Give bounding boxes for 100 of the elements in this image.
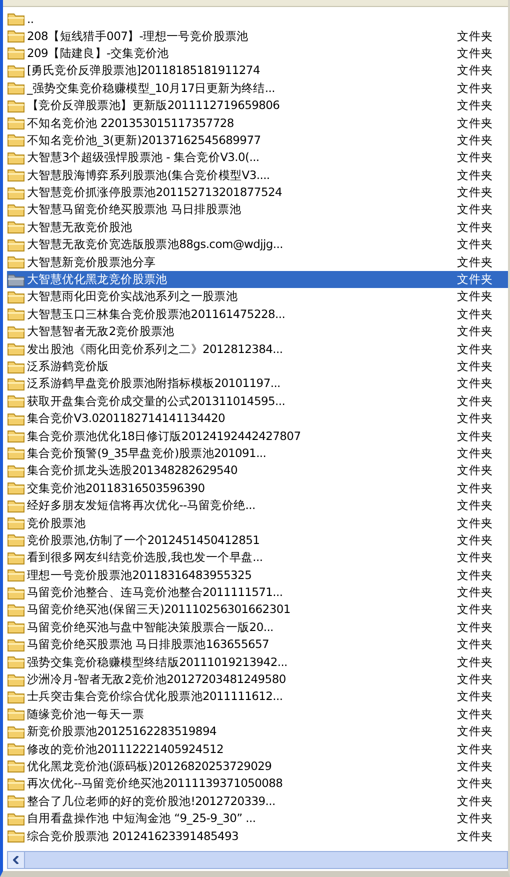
file-type: 文件夹: [457, 516, 494, 531]
file-type: 文件夹: [457, 342, 494, 357]
folder-row[interactable]: 获取开盘集合竞价成交量的公式201311014595... 文件夹: [7, 392, 508, 410]
folder-icon: [7, 394, 25, 408]
folder-icon: [7, 533, 25, 548]
folder-name: 竞价股票池,仿制了一个2012451450412851: [27, 532, 260, 548]
folder-name: 208【短线猎手007】-理想一号竞价股票池: [27, 28, 248, 44]
folder-icon: [7, 412, 25, 426]
folder-name: 大智慧智者无敌2竞价股票池: [27, 324, 174, 340]
folder-row[interactable]: 综合竞价股票池 201241623391485493 文件夹: [7, 827, 508, 845]
folder-row[interactable]: 整合了几位老师的好的竞价股池!2012720339... 文件夹: [7, 792, 508, 810]
folder-row[interactable]: 马留竞价绝买池与盘中智能决策股票合一版20... 文件夹: [7, 618, 508, 636]
folder-row[interactable]: 大智慧股海博弈系列股票池(集合竞价模型V3.... 文件夹: [7, 166, 508, 184]
folder-name: 自用看盘操作池 中短淘金池 “9_25-9_30” ...: [27, 811, 256, 826]
folder-row[interactable]: 马留竞价绝买股票池 马日排股票池163655657 文件夹: [7, 636, 508, 654]
folder-row[interactable]: 大智慧无敌竞价宽选版股票池88gs.com@wdjjg... 文件夹: [7, 236, 508, 254]
folder-row[interactable]: 马留竞价绝买池(保留三天)201110256301662301 文件夹: [7, 601, 508, 619]
folder-icon: [7, 376, 25, 391]
folder-row[interactable]: 大智慧无敌竞价股池 文件夹: [7, 218, 508, 236]
folder-icon: [7, 272, 25, 287]
folder-row[interactable]: 自用看盘操作池 中短淘金池 “9_25-9_30” ... 文件夹: [7, 810, 508, 828]
folder-icon: [7, 655, 25, 670]
folder-row[interactable]: _强势交集竞价稳赚模型_10月17日更新为终结... 文件夹: [7, 80, 508, 97]
folder-name: 马留竞价绝买池(保留三天)201110256301662301: [27, 602, 290, 618]
folder-name: 泛系游鹤早盘竞价股票池附指标模板20101197...: [27, 376, 280, 392]
file-type: 文件夹: [457, 289, 494, 304]
folder-row[interactable]: 经好多朋友发短信将再次优化--马留竞价绝... 文件夹: [7, 496, 508, 514]
file-type: 文件夹: [457, 637, 494, 652]
folder-row[interactable]: 209【陆建良】-交集竞价池 文件夹: [7, 44, 508, 62]
folder-row[interactable]: 集合竞价票池优化18日修订版20124192442427807 文件夹: [7, 427, 508, 445]
file-type: 文件夹: [457, 168, 494, 183]
folder-icon: [7, 829, 25, 844]
file-type: 文件夹: [457, 532, 494, 548]
folder-row[interactable]: 竞价股票池 文件夹: [7, 514, 508, 532]
folder-row[interactable]: 大智慧新竞价股票池分享 文件夹: [7, 253, 508, 271]
folder-icon: [7, 46, 25, 60]
folder-row[interactable]: 大智慧优化黑龙竞价股票池 文件夹: [7, 270, 508, 288]
folder-row[interactable]: 大智慧智者无敌2竞价股票池 文件夹: [7, 323, 508, 340]
folder-row[interactable]: 泛系游鹤早盘竞价股票池附指标模板20101197... 文件夹: [7, 375, 508, 393]
folder-icon: [7, 498, 25, 513]
file-type: 文件夹: [457, 80, 494, 96]
file-type: 文件夹: [457, 116, 494, 131]
folder-row[interactable]: 泛系游鹤竞价版 文件夹: [7, 358, 508, 376]
folder-row[interactable]: 208【短线猎手007】-理想一号竞价股票池 文件夹: [7, 27, 508, 45]
folder-icon: [7, 516, 25, 530]
folder-name: [勇氏竞价反弹股票池]20118185181911274: [27, 63, 260, 78]
horizontal-scrollbar[interactable]: [7, 851, 508, 869]
folder-row[interactable]: ..: [7, 10, 508, 28]
folder-row[interactable]: 随缘竞价池一每天一票 文件夹: [7, 706, 508, 724]
file-type: 文件夹: [457, 237, 494, 252]
folder-row[interactable]: 优化黑龙竞价池(源码板)20126820253729029 文件夹: [7, 758, 508, 776]
folder-row[interactable]: 大智慧3个超级强悍股票池 - 集合竞价V3.0(... 文件夹: [7, 149, 508, 167]
folder-icon: [7, 672, 25, 687]
file-type: 文件夹: [457, 776, 494, 792]
folder-name: 大智慧无敌竞价股池: [27, 220, 132, 235]
folder-row[interactable]: 再次优化--马留竞价绝买池20111139371050088 文件夹: [7, 775, 508, 793]
file-type: 文件夹: [457, 63, 494, 78]
file-type: 文件夹: [457, 811, 494, 826]
folder-name: 大智慧马留竞价绝买股票池 马日排股票池: [27, 202, 241, 218]
file-type: 文件夹: [457, 585, 494, 600]
folder-icon: [7, 464, 25, 478]
folder-row[interactable]: 沙洲冷月-智者无敌2竞价池20127203481249580 文件夹: [7, 670, 508, 688]
file-type: 文件夹: [457, 28, 494, 44]
folder-row[interactable]: 大智慧玉口三林集合竞价股票池201161475228... 文件夹: [7, 306, 508, 324]
folder-row[interactable]: 强势交集竞价稳赚模型终结版20111019213942... 文件夹: [7, 653, 508, 671]
folder-name: 集合竞价预警(9_35早盘竞价)股票池201091...: [27, 446, 266, 461]
folder-row[interactable]: 竞价股票池,仿制了一个2012451450412851 文件夹: [7, 532, 508, 550]
folder-row[interactable]: 集合竞价抓龙头选股201348282629540 文件夹: [7, 462, 508, 480]
folder-row[interactable]: 理想一号竞价股票池20118316483955325 文件夹: [7, 566, 508, 584]
folder-row[interactable]: 集合竞价V3.0201182714141134420 文件夹: [7, 410, 508, 428]
folder-name: 不知名竞价池 2201353015117357728: [27, 116, 234, 131]
file-type: 文件夹: [457, 132, 494, 148]
folder-row[interactable]: 【竞价反弹股票池】更新版2011112719659806 文件夹: [7, 96, 508, 114]
folder-row[interactable]: 新竞价股票池20125162283519894 文件夹: [7, 723, 508, 740]
folder-row[interactable]: 交集竞价池20118316503596390 文件夹: [7, 480, 508, 497]
folder-row[interactable]: 看到很多网友纠结竞价选股,我也发一个早盘... 文件夹: [7, 549, 508, 566]
folder-icon: [7, 794, 25, 808]
folder-row[interactable]: [勇氏竞价反弹股票池]20118185181911274 文件夹: [7, 62, 508, 80]
folder-row[interactable]: 发出股池《雨化田竞价系列之二》2012812384... 文件夹: [7, 340, 508, 358]
file-type: 文件夹: [457, 602, 494, 618]
file-type: 文件夹: [457, 272, 494, 288]
file-type: 文件夹: [457, 98, 494, 114]
folder-row[interactable]: 修改的竞价池201112221405924512 文件夹: [7, 740, 508, 758]
folder-name: 整合了几位老师的好的竞价股池!2012720339...: [27, 794, 276, 809]
folder-name: 理想一号竞价股票池20118316483955325: [27, 568, 252, 583]
folder-row[interactable]: 不知名竞价池_3(更新)20137162545689977 文件夹: [7, 132, 508, 150]
folder-row[interactable]: 集合竞价预警(9_35早盘竞价)股票池201091... 文件夹: [7, 444, 508, 462]
file-type: 文件夹: [457, 794, 494, 809]
folder-row[interactable]: 大智慧雨化田竞价实战池系列之一股票池 文件夹: [7, 288, 508, 306]
folder-row[interactable]: 大智慧马留竞价绝买股票池 马日排股票池 文件夹: [7, 201, 508, 219]
folder-icon: [7, 342, 25, 356]
folder-icon: [7, 307, 25, 322]
file-type: 文件夹: [457, 480, 494, 496]
folder-row[interactable]: 大智慧竞价抓涨停股票池201152713201877524 文件夹: [7, 184, 508, 202]
folder-icon: [7, 568, 25, 582]
folder-row[interactable]: 马留竞价池整合、连马竞价池整合2011111571... 文件夹: [7, 584, 508, 602]
folder-icon: [7, 742, 25, 756]
folder-icon: [7, 724, 25, 739]
folder-row[interactable]: 士兵突击集合竞价综合优化股票池2011111612... 文件夹: [7, 688, 508, 706]
folder-row[interactable]: 不知名竞价池 2201353015117357728 文件夹: [7, 114, 508, 132]
